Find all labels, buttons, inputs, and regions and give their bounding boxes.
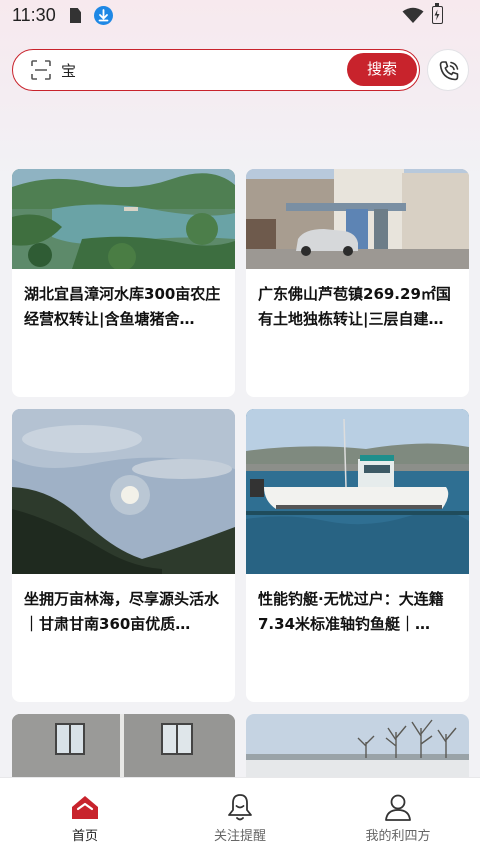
bell-icon [228,794,252,821]
listing-image [246,409,469,574]
nav-item-home[interactable]: 首页 [5,778,165,853]
status-bar: 11:30 [0,0,480,32]
listing-card[interactable] [12,714,235,777]
listing-image [12,409,235,574]
listing-title: 广东佛山芦苞镇269.29㎡国有土地独栋转让|三层自建… [258,285,451,328]
listing-card[interactable] [246,714,469,777]
phone-button[interactable] [427,49,469,91]
listing-title: 性能钓艇·无忧过户：大连籍7.34米标准轴钓鱼艇｜… [258,590,444,633]
nav-label-alerts: 关注提醒 [213,829,266,844]
listing-card[interactable]: 广东佛山芦苞镇269.29㎡国有土地独栋转让|三层自建… [246,169,469,397]
download-icon [94,6,113,25]
nav-item-alerts[interactable]: 关注提醒 [160,778,320,853]
listing-card[interactable]: 坐拥万亩林海，尽享源头活水｜甘肃甘南360亩优质… [12,409,235,702]
listing-image [246,169,469,269]
search-button[interactable]: 搜索 [347,53,417,86]
wifi-icon [402,7,424,28]
user-icon [385,794,411,821]
listing-image [12,714,235,777]
search-input[interactable]: 宝 [61,60,76,81]
sim-card-icon [70,8,81,23]
listing-title: 坐拥万亩林海，尽享源头活水｜甘肃甘南360亩优质… [24,590,220,633]
phone-icon [439,61,459,81]
nav-item-profile[interactable]: 我的利四方 [318,778,478,853]
home-icon [72,796,98,819]
nav-label-profile: 我的利四方 [365,829,431,844]
listing-feed[interactable]: 湖北宜昌漳河水库300亩农庄经营权转让|含鱼塘猪舍… 广东佛山芦苞镇269.29… [12,169,469,777]
listing-card[interactable]: 湖北宜昌漳河水库300亩农庄经营权转让|含鱼塘猪舍… [12,169,235,397]
listing-image [12,169,235,269]
bottom-nav: 首页 关注提醒 我的利四方 [0,777,480,853]
listing-card[interactable]: 性能钓艇·无忧过户：大连籍7.34米标准轴钓鱼艇｜… [246,409,469,702]
battery-icon [432,3,443,24]
scan-icon[interactable] [31,60,51,80]
listing-title: 湖北宜昌漳河水库300亩农庄经营权转让|含鱼塘猪舍… [24,285,221,328]
status-time: 11:30 [12,5,56,25]
nav-label-home: 首页 [71,829,98,844]
search-bar[interactable]: 宝 搜索 [12,49,420,91]
listing-image [246,714,469,777]
